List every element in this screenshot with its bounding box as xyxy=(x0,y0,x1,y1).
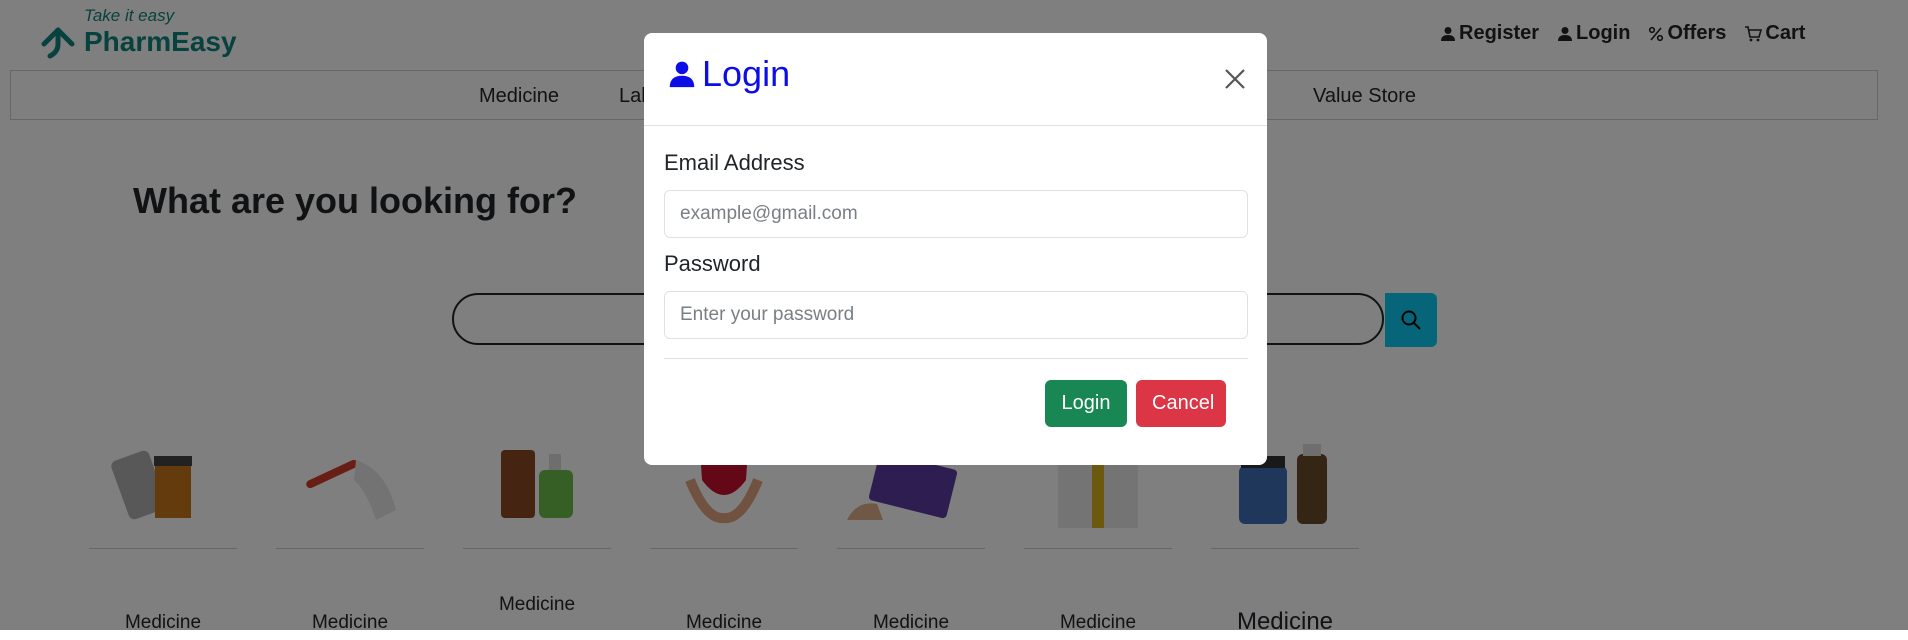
user-icon xyxy=(669,61,695,88)
login-button[interactable]: Login xyxy=(1045,380,1127,427)
email-label: Email Address xyxy=(664,150,805,175)
modal-title: Login xyxy=(668,53,790,95)
modal-title-text: Login xyxy=(702,53,791,94)
close-icon xyxy=(1225,69,1245,89)
email-field[interactable] xyxy=(664,190,1248,238)
password-field[interactable] xyxy=(664,291,1248,339)
modal-header: Login xyxy=(644,33,1267,126)
close-button[interactable] xyxy=(1219,63,1251,95)
password-label: Password xyxy=(664,251,761,276)
modal-divider xyxy=(664,358,1248,359)
cancel-button[interactable]: Cancel xyxy=(1136,380,1226,427)
login-modal: Login Email Address Password Login Cance… xyxy=(644,33,1267,465)
